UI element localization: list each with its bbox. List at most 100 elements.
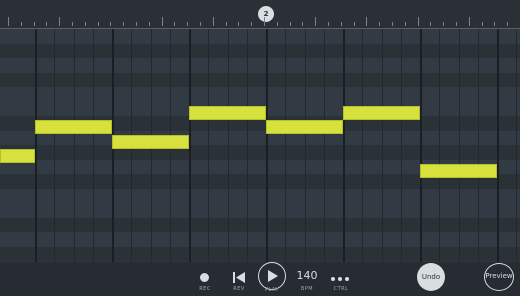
play-label: PLAY [264, 287, 279, 293]
grid-line [246, 29, 248, 262]
ruler-tick [200, 22, 201, 26]
timeline-ruler[interactable]: 2 [0, 0, 520, 29]
note-block[interactable] [35, 120, 112, 134]
ruler-tick [212, 17, 214, 26]
ruler-tick [366, 17, 368, 26]
ruler-tick [404, 22, 406, 26]
ruler-tick [46, 22, 48, 26]
ruler-tick [8, 17, 9, 26]
ruler-tick [251, 22, 253, 26]
ruler-tick [507, 22, 509, 26]
ruler-tick [33, 22, 35, 26]
ruler-tick [481, 22, 483, 26]
grid-line [285, 29, 287, 262]
ruler-tick [97, 22, 99, 26]
grid-line [35, 29, 37, 262]
ruler-tick [417, 17, 419, 26]
tempo-label: BPM [300, 286, 314, 292]
preview-button[interactable]: Preview [484, 263, 514, 291]
more-dots-icon [330, 277, 352, 281]
ruler-tick [148, 22, 150, 26]
ruler-tick [494, 22, 496, 26]
grid-line [420, 29, 422, 262]
ruler-tick [392, 22, 393, 26]
grid-line [189, 29, 191, 262]
playhead-marker[interactable]: 2 [258, 6, 274, 22]
record-label: REC [199, 286, 211, 292]
rewind-button[interactable]: REV [226, 264, 252, 292]
grid-line [362, 29, 364, 262]
grid-line [343, 29, 345, 262]
ruler-tick [174, 22, 176, 26]
ruler-tick [20, 22, 22, 26]
ruler-tick [72, 22, 73, 26]
grid-line [400, 29, 402, 262]
grid-line [381, 29, 383, 262]
grid-line [266, 29, 268, 262]
play-icon [268, 270, 278, 282]
note-block[interactable] [112, 135, 189, 149]
ruler-tick [443, 22, 445, 26]
record-icon [200, 273, 209, 282]
ruler-tick [264, 17, 265, 26]
key-row[interactable] [0, 232, 520, 247]
ruler-tick [340, 22, 342, 26]
note-block[interactable] [420, 164, 497, 178]
ruler-tick [110, 22, 112, 26]
key-row[interactable] [0, 217, 520, 232]
grid-line [304, 29, 306, 262]
key-row[interactable] [0, 246, 520, 261]
ruler-tick [225, 22, 227, 26]
key-row[interactable] [0, 87, 520, 102]
ruler-tick [379, 22, 381, 26]
control-button[interactable]: CTRL [326, 264, 356, 292]
note-block[interactable] [343, 106, 420, 120]
key-row[interactable] [0, 43, 520, 58]
control-label: CTRL [333, 286, 349, 292]
key-row[interactable] [0, 203, 520, 218]
ruler-tick [289, 22, 291, 26]
ruler-tick [238, 22, 240, 26]
ruler-tick [430, 22, 432, 26]
grid-line [227, 29, 229, 262]
ruler-tick [302, 22, 304, 26]
rewind-label: REV [233, 286, 245, 292]
grid-line [208, 29, 210, 262]
piano-roll-grid[interactable] [0, 29, 520, 262]
ruler-tick [123, 22, 125, 26]
undo-button[interactable]: Undo [417, 263, 445, 291]
grid-line [458, 29, 460, 262]
record-button[interactable]: REC [192, 264, 218, 292]
piano-roll-app: 2 REC REV PLAY 140 BPM CTRL Undo Preview [0, 0, 520, 293]
key-row[interactable] [0, 145, 520, 160]
key-row[interactable] [0, 29, 520, 44]
key-row[interactable] [0, 72, 520, 87]
grid-line [516, 29, 518, 262]
ruler-tick [187, 22, 189, 26]
ruler-tick [276, 22, 278, 26]
grid-line [439, 29, 441, 262]
tempo-value: 140 [296, 269, 318, 282]
play-button[interactable]: PLAY [258, 262, 286, 293]
ruler-tick [84, 22, 86, 26]
grid-line [54, 29, 56, 262]
ruler-tick [136, 22, 137, 26]
note-block[interactable] [0, 149, 35, 163]
note-block[interactable] [266, 120, 343, 134]
grid-line [477, 29, 479, 262]
ruler-tick [161, 17, 163, 26]
grid-line [497, 29, 499, 262]
ruler-tick [468, 17, 470, 26]
ruler-tick [328, 22, 329, 26]
transport-bar: REC REV PLAY 140 BPM CTRL Undo Preview [0, 262, 520, 293]
key-row[interactable] [0, 188, 520, 203]
grid-line [73, 29, 75, 262]
ruler-tick [315, 17, 317, 26]
grid-line [323, 29, 325, 262]
rewind-icon [233, 272, 245, 283]
note-block[interactable] [189, 106, 266, 120]
grid-line [92, 29, 94, 262]
key-row[interactable] [0, 58, 520, 73]
tempo-button[interactable]: 140 BPM [292, 264, 322, 292]
ruler-tick [59, 17, 61, 26]
